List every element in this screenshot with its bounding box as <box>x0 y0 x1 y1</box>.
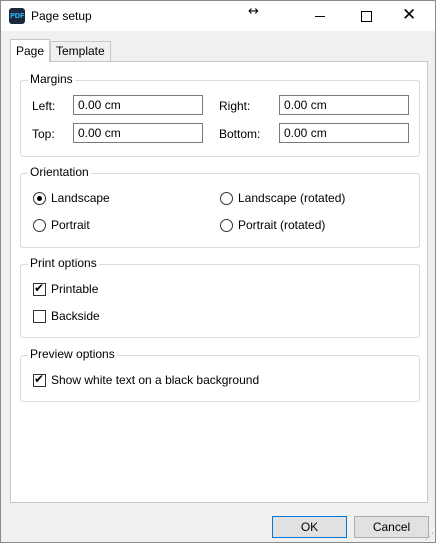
close-button[interactable]: ✕ <box>389 1 435 31</box>
minimize-button[interactable] <box>297 1 343 31</box>
radio-unselected-icon <box>220 192 233 205</box>
app-logo-icon: PDF <box>9 8 25 24</box>
checkbox-checked-icon: ✔ <box>33 372 46 387</box>
white-on-black-label: Show white text on a black background <box>51 373 260 387</box>
maximize-button[interactable] <box>343 1 389 31</box>
cancel-button[interactable]: Cancel <box>354 516 429 538</box>
close-icon: ✕ <box>402 5 417 25</box>
ok-button-label: OK <box>300 520 319 534</box>
minimize-icon <box>315 16 325 17</box>
radio-selected-icon <box>33 192 46 205</box>
resize-grip-icon[interactable]: ⋰ <box>425 532 434 542</box>
left-margin-field[interactable] <box>73 95 203 115</box>
bottom-margin-label: Bottom: <box>219 127 261 141</box>
ok-button[interactable]: OK <box>272 516 347 538</box>
tab-panel-page: Margins Left: Right: Top: Bottom: Orient… <box>10 61 428 503</box>
portrait-label: Portrait <box>51 218 90 232</box>
landscape-rotated-label: Landscape (rotated) <box>238 191 346 205</box>
radio-unselected-icon <box>33 219 46 232</box>
bottom-margin-field[interactable] <box>279 123 409 143</box>
right-margin-label: Right: <box>219 99 251 113</box>
radio-unselected-icon <box>220 219 233 232</box>
print-options-group-title: Print options <box>28 256 99 270</box>
top-margin-label: Top: <box>32 127 55 141</box>
landscape-label: Landscape <box>51 191 110 205</box>
backside-label: Backside <box>51 309 100 323</box>
preview-options-group: Preview options ✔ Show white text on a b… <box>20 347 420 402</box>
preview-options-group-title: Preview options <box>28 347 117 361</box>
margins-group-title: Margins <box>28 72 75 86</box>
checkbox-unchecked-icon <box>33 310 46 323</box>
title-bar[interactable]: PDF Page setup ↔ ✕ <box>1 1 435 31</box>
checkbox-checked-icon: ✔ <box>33 281 46 296</box>
margins-group: Margins Left: Right: Top: Bottom: <box>20 72 420 157</box>
top-margin-field[interactable] <box>73 123 203 143</box>
resize-horizontal-icon: ↔ <box>248 4 259 19</box>
tab-template[interactable]: Template <box>50 41 111 61</box>
printable-label: Printable <box>51 282 99 296</box>
window-title: Page setup <box>31 9 92 23</box>
left-margin-label: Left: <box>32 99 56 113</box>
cancel-button-label: Cancel <box>372 520 411 534</box>
page-setup-dialog: PDF Page setup ↔ ✕ Page Template Margins… <box>0 0 436 543</box>
portrait-rotated-label: Portrait (rotated) <box>238 218 326 232</box>
orientation-group: Orientation Landscape Landscape (rotated… <box>20 165 420 248</box>
orientation-group-title: Orientation <box>28 165 91 179</box>
right-margin-field[interactable] <box>279 95 409 115</box>
maximize-icon <box>361 11 372 22</box>
print-options-group: Print options ✔ Printable Backside <box>20 256 420 338</box>
tab-page[interactable]: Page <box>10 39 51 62</box>
